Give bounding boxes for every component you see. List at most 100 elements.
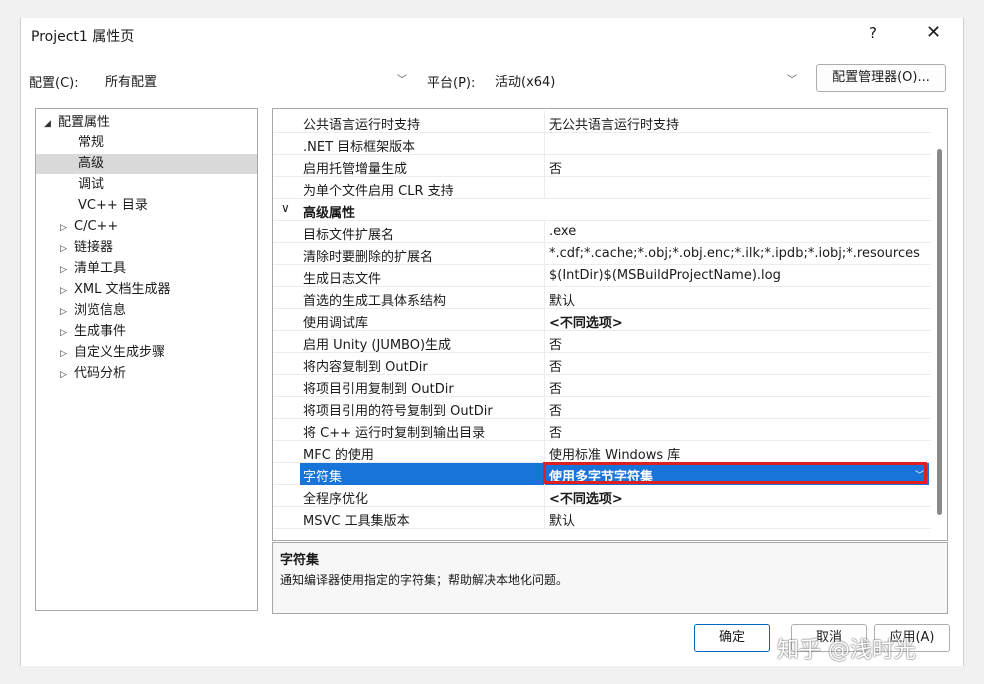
tree-root[interactable]: ◢ 配置属性 bbox=[44, 113, 110, 133]
property-name: 字符集 bbox=[303, 470, 343, 485]
tree-item[interactable]: 高级 bbox=[36, 154, 257, 174]
property-value: 否 bbox=[549, 162, 563, 177]
tree-item-label: 自定义生成步骤 bbox=[74, 345, 166, 360]
description-panel: 字符集 通知编译器使用指定的字符集；帮助解决本地化问题。 bbox=[272, 542, 948, 614]
property-row[interactable]: MSVC 工具集版本 默认 bbox=[273, 507, 931, 529]
configuration-value: 所有配置 bbox=[105, 75, 158, 90]
property-value: 否 bbox=[549, 338, 563, 353]
property-row[interactable]: 启用 Unity (JUMBO)生成 否 bbox=[273, 331, 931, 353]
tree-item-label: 常规 bbox=[78, 135, 105, 150]
property-row[interactable]: 将项目引用的符号复制到 OutDir 否 bbox=[273, 397, 931, 419]
property-name: 启用托管增量生成 bbox=[303, 162, 408, 177]
collapsed-triangle-icon[interactable]: ▷ bbox=[60, 281, 74, 301]
column-divider bbox=[544, 309, 545, 331]
chevron-down-icon: ﹀ bbox=[787, 75, 797, 86]
property-row[interactable]: 将 C++ 运行时复制到输出目录 否 bbox=[273, 419, 931, 441]
tree-item-label: 链接器 bbox=[74, 240, 114, 255]
property-value: 使用标准 Windows 库 bbox=[549, 448, 681, 463]
property-row[interactable]: 将内容复制到 OutDir 否 bbox=[273, 353, 931, 375]
property-pages-dialog: Project1 属性页 ? ✕ 配置(C): 所有配置 ﹀ 平台(P): 活动… bbox=[20, 18, 964, 666]
tree-item-label: VC++ 目录 bbox=[78, 198, 148, 213]
close-button[interactable]: ✕ bbox=[926, 22, 941, 43]
property-name: 启用 Unity (JUMBO)生成 bbox=[303, 338, 452, 353]
property-category[interactable]: ∨ 高级属性 bbox=[273, 199, 931, 221]
tree-item-label: 代码分析 bbox=[74, 366, 127, 381]
tree-root-label: 配置属性 bbox=[58, 115, 111, 130]
property-row[interactable]: 首选的生成工具体系结构 默认 bbox=[273, 287, 931, 309]
tree-item-label: 清单工具 bbox=[74, 261, 127, 276]
tree-item[interactable]: ▷ 清单工具 bbox=[60, 259, 126, 279]
collapsed-triangle-icon[interactable]: ▷ bbox=[60, 365, 74, 385]
tree-item[interactable]: ▷ 链接器 bbox=[60, 238, 113, 258]
collapse-chevron-icon[interactable]: ∨ bbox=[281, 201, 290, 215]
collapsed-triangle-icon[interactable]: ▷ bbox=[60, 302, 74, 322]
configuration-select[interactable]: 所有配置 ﹀ bbox=[101, 67, 413, 91]
property-row[interactable]: 目标文件扩展名 .exe bbox=[273, 221, 931, 243]
description-text: 通知编译器使用指定的字符集；帮助解决本地化问题。 bbox=[280, 573, 569, 587]
ok-button[interactable]: 确定 bbox=[694, 624, 770, 652]
property-name: 使用调试库 bbox=[303, 316, 369, 331]
property-name: 生成日志文件 bbox=[303, 272, 382, 287]
tree-item[interactable]: ▷ XML 文档生成器 bbox=[60, 280, 171, 300]
property-name: 为单个文件启用 CLR 支持 bbox=[303, 184, 454, 199]
property-row[interactable]: MFC 的使用 使用标准 Windows 库 bbox=[273, 441, 931, 463]
dialog-title: Project1 属性页 bbox=[31, 29, 135, 45]
property-grid: 公共语言运行时支持 无公共语言运行时支持 .NET 目标框架版本 启用托管增量生成否为… bbox=[272, 108, 948, 541]
column-divider bbox=[544, 111, 545, 133]
collapsed-triangle-icon[interactable]: ▷ bbox=[60, 239, 74, 259]
platform-select[interactable]: 活动(x64) ﹀ bbox=[491, 67, 803, 91]
tree-item[interactable]: ▷ 自定义生成步骤 bbox=[60, 343, 165, 363]
property-value: 无公共语言运行时支持 bbox=[549, 118, 680, 133]
column-divider bbox=[544, 243, 545, 265]
property-name: 全程序优化 bbox=[303, 492, 369, 507]
collapsed-triangle-icon[interactable]: ▷ bbox=[60, 323, 74, 343]
property-tree: ◢ 配置属性 常规 高级 调试 VC++ 目录 ▷ C/C++ ▷ 链接器 ▷ 清单工具 ▷ XML 文… bbox=[35, 108, 258, 611]
property-row[interactable]: 公共语言运行时支持 无公共语言运行时支持 bbox=[273, 111, 931, 133]
property-value: 否 bbox=[549, 360, 563, 375]
collapsed-triangle-icon[interactable]: ▷ bbox=[60, 218, 74, 238]
column-divider bbox=[544, 331, 545, 353]
tree-item[interactable]: ▷ 生成事件 bbox=[60, 322, 126, 342]
property-name: 清除时要删除的扩展名 bbox=[303, 250, 434, 265]
property-value: 默认 bbox=[549, 514, 576, 529]
property-value: <不同选项> bbox=[549, 492, 623, 507]
tree-item[interactable]: 调试 bbox=[36, 175, 257, 195]
column-divider bbox=[544, 133, 545, 155]
property-row[interactable]: 清除时要删除的扩展名 *.cdf;*.cache;*.obj;*.obj.enc;… bbox=[273, 243, 931, 265]
column-divider bbox=[544, 397, 545, 419]
property-name: 高级属性 bbox=[303, 206, 356, 221]
tree-item[interactable]: ▷ C/C++ bbox=[60, 217, 118, 237]
property-name: 将内容复制到 OutDir bbox=[303, 360, 428, 375]
property-row[interactable]: 将项目引用复制到 OutDir 否 bbox=[273, 375, 931, 397]
property-value: 否 bbox=[549, 404, 563, 419]
property-row[interactable]: .NET 目标框架版本 bbox=[273, 133, 931, 155]
property-row[interactable]: 使用调试库 <不同选项> bbox=[273, 309, 931, 331]
column-divider bbox=[544, 353, 545, 375]
property-row[interactable]: 全程序优化 <不同选项> bbox=[273, 485, 931, 507]
column-divider bbox=[544, 375, 545, 397]
collapsed-triangle-icon[interactable]: ▷ bbox=[60, 344, 74, 364]
property-row[interactable]: 为单个文件启用 CLR 支持 bbox=[273, 177, 931, 199]
property-value: 默认 bbox=[549, 294, 576, 309]
watermark: 知乎 @浅时光 bbox=[777, 638, 916, 663]
tree-item[interactable]: 常规 bbox=[36, 133, 257, 153]
property-row[interactable]: 字符集 使用多字节字符集 ﹀ bbox=[273, 462, 931, 485]
configuration-manager-button[interactable]: 配置管理器(O)... bbox=[816, 64, 946, 92]
column-divider bbox=[544, 485, 545, 507]
help-button[interactable]: ? bbox=[869, 24, 877, 42]
property-row[interactable]: 生成日志文件 $(IntDir)$(MSBuildProjectName).log bbox=[273, 265, 931, 287]
property-name: .NET 目标框架版本 bbox=[303, 140, 416, 155]
collapsed-triangle-icon[interactable]: ▷ bbox=[60, 260, 74, 280]
property-value: .exe bbox=[549, 224, 577, 239]
expanded-triangle-icon: ◢ bbox=[44, 119, 51, 129]
column-divider bbox=[544, 221, 545, 243]
property-value: 否 bbox=[549, 382, 563, 397]
scrollbar-thumb[interactable] bbox=[937, 149, 942, 515]
tree-item[interactable]: ▷ 浏览信息 bbox=[60, 301, 126, 321]
tree-item[interactable]: ▷ 代码分析 bbox=[60, 364, 126, 384]
property-row[interactable]: 启用托管增量生成 否 bbox=[273, 155, 931, 177]
column-divider bbox=[544, 177, 545, 199]
tree-item[interactable]: VC++ 目录 bbox=[36, 196, 257, 216]
tree-item-label: 浏览信息 bbox=[74, 303, 127, 318]
property-value: 否 bbox=[549, 426, 563, 441]
